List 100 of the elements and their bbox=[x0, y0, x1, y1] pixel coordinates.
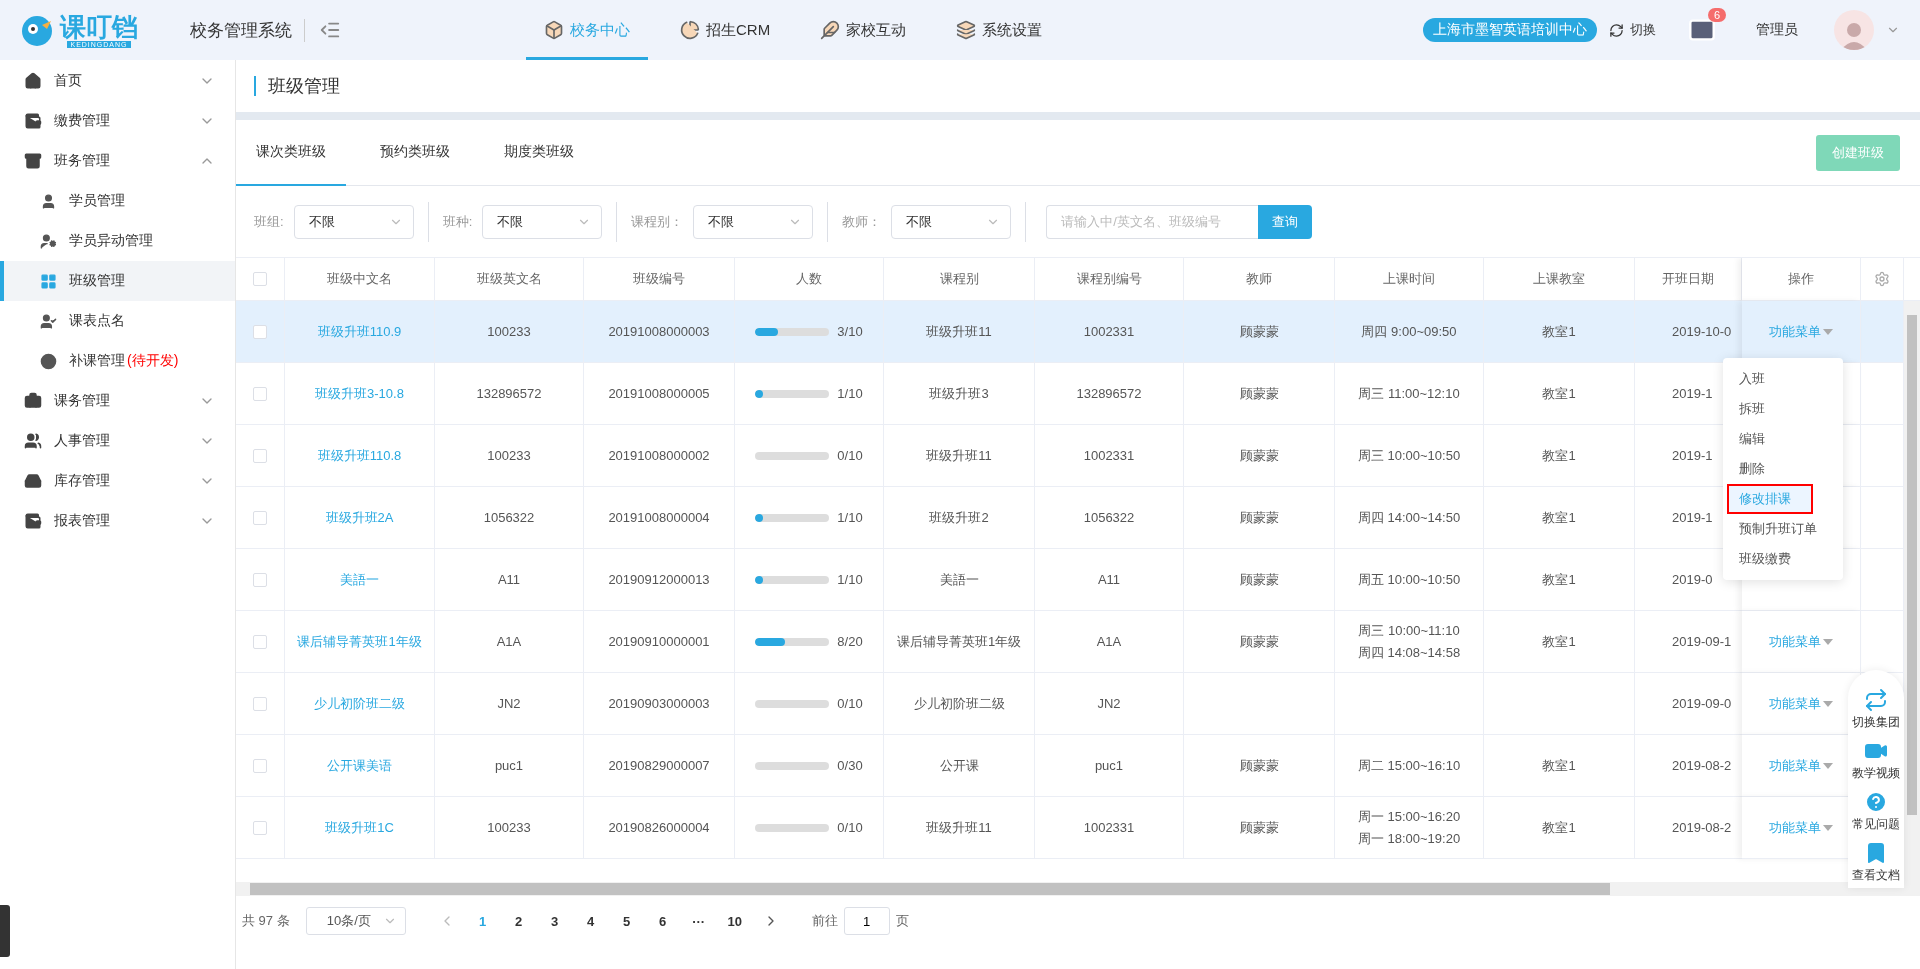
disc-icon bbox=[40, 352, 57, 370]
caret-icon bbox=[1823, 824, 1833, 831]
column-header: 课程别编号 bbox=[1035, 258, 1184, 301]
organization-badge: 上海市墨智英语培训中心 bbox=[1423, 18, 1597, 42]
row-checkbox[interactable] bbox=[253, 448, 267, 463]
menu-item[interactable]: 班级缴费 bbox=[1723, 544, 1843, 574]
column-header: 上课教室 bbox=[1484, 258, 1635, 301]
column-header: 班级中文名 bbox=[285, 258, 435, 301]
table-cell-text: A11 bbox=[497, 570, 521, 589]
avatar[interactable] bbox=[1834, 10, 1874, 50]
page-button[interactable]: 10 bbox=[719, 907, 750, 935]
column-header: 班级编号 bbox=[584, 258, 735, 301]
user-name: 管理员 bbox=[1756, 21, 1798, 39]
page-button[interactable]: 4 bbox=[575, 907, 606, 935]
filter-select[interactable]: 不限 bbox=[482, 204, 603, 239]
row-checkbox[interactable] bbox=[253, 634, 267, 649]
help-shortcut[interactable]: 常见问题 bbox=[1852, 790, 1900, 833]
goto-label: 前往 bbox=[811, 912, 838, 930]
table-cell-text: 教室1 bbox=[1542, 756, 1576, 775]
goto-page-field[interactable]: 1 bbox=[843, 907, 890, 935]
table-cell-text: 2019-09-1 bbox=[1672, 632, 1732, 651]
table-cell-text: JN2 bbox=[1097, 694, 1121, 713]
sidebar-subitem[interactable]: 学员管理 bbox=[0, 181, 235, 221]
schedule-time: 周四 14:08~14:58 bbox=[1357, 643, 1461, 662]
caret-icon bbox=[1823, 328, 1833, 335]
table-cell-text: 20191008000005 bbox=[608, 384, 710, 403]
table-cell-text: 20191008000004 bbox=[608, 508, 710, 527]
filter-select[interactable]: 不限 bbox=[293, 204, 414, 239]
sidebar-item[interactable]: 缴费管理 bbox=[0, 101, 235, 141]
filter-select[interactable]: 不限 bbox=[891, 204, 1012, 239]
table-cell-text: 教室1 bbox=[1542, 322, 1576, 341]
table-cell-text: 顾蒙蒙 bbox=[1239, 322, 1279, 341]
sidebar-item[interactable]: 人事管理 bbox=[0, 421, 235, 461]
row-checkbox[interactable] bbox=[253, 324, 267, 339]
headcount-text: 1/10 bbox=[837, 570, 863, 589]
sidebar-item[interactable]: 首页 bbox=[0, 61, 235, 101]
table-cell-text: 20190829000007 bbox=[608, 756, 710, 775]
sidebar-subitem[interactable]: 班级管理 bbox=[0, 261, 235, 301]
row-checkbox[interactable] bbox=[253, 758, 267, 773]
select-all-checkbox[interactable] bbox=[253, 272, 267, 286]
page-button[interactable]: ··· bbox=[683, 907, 714, 935]
help-shortcut[interactable]: 查看文档 bbox=[1852, 841, 1900, 884]
nav-tab[interactable]: 系统设置 bbox=[938, 0, 1061, 60]
page-button[interactable]: 3 bbox=[539, 907, 570, 935]
search-field[interactable]: 请输入中/英文名、班级编号 bbox=[1046, 204, 1259, 239]
nav-tab[interactable]: 招生CRM bbox=[662, 0, 789, 60]
table-cell-text: 教室1 bbox=[1542, 446, 1576, 465]
page-size-select[interactable]: 10条/页 bbox=[305, 907, 406, 935]
schedule-time: 周一 18:00~19:20 bbox=[1357, 829, 1461, 848]
menu-item[interactable]: 编辑 bbox=[1723, 424, 1843, 454]
tab[interactable]: 期度类班级 bbox=[484, 120, 594, 186]
row-checkbox[interactable] bbox=[253, 386, 267, 401]
sidebar-item[interactable]: 库存管理 bbox=[0, 461, 235, 501]
repeat-icon bbox=[1864, 688, 1888, 712]
page-button[interactable]: 6 bbox=[647, 907, 678, 935]
table-cell-text: 教室1 bbox=[1542, 818, 1576, 837]
table-cell-text: 1002331 bbox=[1083, 818, 1135, 837]
table-cell-text: JN2 bbox=[497, 694, 521, 713]
row-checkbox[interactable] bbox=[253, 696, 267, 711]
help-shortcut[interactable]: 切换集团 bbox=[1852, 688, 1900, 731]
table-cell-text: 2019-1 bbox=[1672, 508, 1713, 527]
row-checkbox[interactable] bbox=[253, 572, 267, 587]
menu-item[interactable]: 拆班 bbox=[1723, 394, 1843, 424]
table-cell-text: 20190903000003 bbox=[608, 694, 710, 713]
sidebar-subitem[interactable]: 补课管理(待开发) bbox=[0, 341, 235, 381]
filter-label: 班种: bbox=[442, 212, 473, 231]
nav-tab[interactable]: 家校互动 bbox=[802, 0, 925, 60]
horizontal-scrollbar[interactable] bbox=[236, 882, 1920, 896]
menu-item[interactable]: 删除 bbox=[1723, 454, 1843, 484]
table-cell-text: 100233 bbox=[487, 322, 531, 341]
home-icon bbox=[24, 72, 42, 90]
help-shortcut[interactable]: 教学视频 bbox=[1852, 739, 1900, 782]
table-cell-text: 顾蒙蒙 bbox=[1239, 384, 1279, 403]
sidebar-item[interactable]: 报表管理 bbox=[0, 501, 235, 541]
cube-icon bbox=[544, 20, 564, 40]
caret-icon bbox=[1823, 762, 1833, 769]
sidebar-subitem[interactable]: 课表点名 bbox=[0, 301, 235, 341]
tab[interactable]: 预约类班级 bbox=[360, 120, 470, 186]
filter-select[interactable]: 不限 bbox=[693, 204, 814, 239]
row-checkbox[interactable] bbox=[253, 820, 267, 835]
table-cell-text: 班级升班11 bbox=[926, 818, 992, 837]
tab[interactable]: 课次类班级 bbox=[236, 120, 346, 186]
table-cell-text: 100233 bbox=[487, 446, 531, 465]
page-button[interactable]: 2 bbox=[503, 907, 534, 935]
page-button[interactable]: 5 bbox=[611, 907, 642, 935]
headcount-text: 3/10 bbox=[837, 322, 863, 341]
sidebar-subitem[interactable]: 学员异动管理 bbox=[0, 221, 235, 261]
sidebar-item[interactable]: 课务管理 bbox=[0, 381, 235, 421]
page-title: 班级管理 bbox=[254, 76, 340, 96]
table-cell-text: 少儿初阶班二级 bbox=[913, 694, 1005, 713]
table-cell-text: A1A bbox=[496, 632, 522, 651]
switch-button[interactable]: 切换 bbox=[1609, 21, 1656, 39]
vertical-scrollbar[interactable] bbox=[1904, 301, 1920, 882]
settings-icon[interactable] bbox=[1874, 271, 1890, 287]
table-cell-text: 132896572 bbox=[476, 384, 542, 403]
row-checkbox[interactable] bbox=[253, 510, 267, 525]
sidebar-item[interactable]: 班务管理 bbox=[0, 141, 235, 181]
menu-item[interactable]: 预制升班订单 bbox=[1723, 514, 1843, 544]
table-cell-text: 2019-1 bbox=[1672, 446, 1713, 465]
menu-item[interactable]: 入班 bbox=[1723, 364, 1843, 394]
